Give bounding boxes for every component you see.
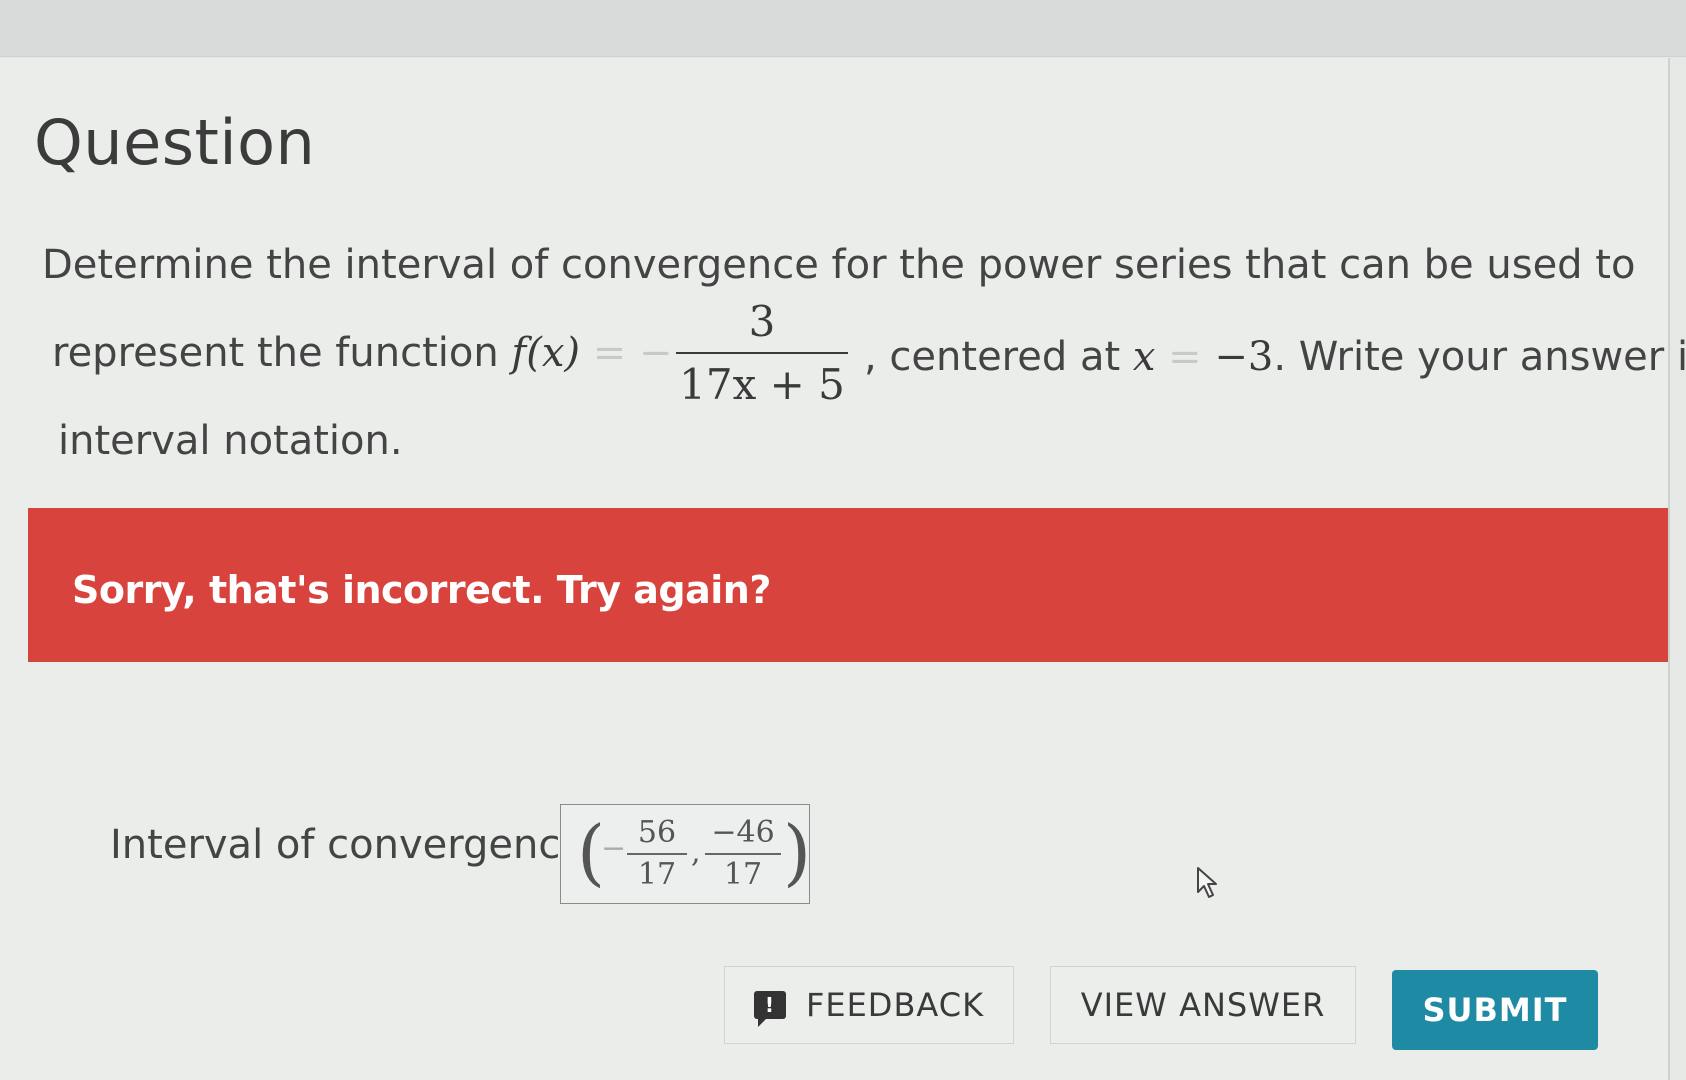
answer-label: Interval of convergence: — [110, 822, 599, 868]
upper-denominator: 17 — [723, 856, 763, 892]
lower-fraction-bar — [627, 853, 687, 855]
prompt-line-2-rest: , centered at x = −3. Write your answer … — [864, 334, 1686, 380]
equals-sign: = — [1155, 334, 1215, 380]
question-title: Question — [34, 106, 316, 179]
equals-sign: = − — [580, 330, 673, 376]
prompt-line-2: represent the function f(x) = − — [52, 330, 672, 376]
function-fraction: 3 17x + 5 — [676, 296, 848, 410]
mouse-pointer-icon — [1197, 867, 1217, 898]
answer-input[interactable]: ( − 56 17 , −46 17 ) — [560, 804, 812, 904]
center-variable: x — [1132, 334, 1156, 380]
interval-separator: , — [691, 835, 701, 870]
fraction-numerator: 3 — [748, 297, 776, 346]
function-name: f(x) — [511, 330, 580, 376]
upper-numerator: −46 — [711, 815, 775, 850]
prompt-line-3: interval notation. — [58, 418, 403, 464]
prompt-text: , centered at — [864, 334, 1133, 380]
view-answer-label: VIEW ANSWER — [1080, 986, 1326, 1024]
lower-numerator: 56 — [637, 815, 677, 850]
fraction-denominator: 17x + 5 — [679, 360, 845, 409]
view-answer-button[interactable]: VIEW ANSWER — [1050, 966, 1356, 1044]
submit-label: SUBMIT — [1422, 991, 1568, 1029]
feedback-button[interactable]: ! FEEDBACK — [724, 966, 1014, 1044]
top-strip — [0, 0, 1686, 57]
close-paren: ) — [783, 810, 812, 894]
submit-button[interactable]: SUBMIT — [1392, 970, 1598, 1050]
prompt-line-1: Determine the interval of convergence fo… — [42, 242, 1636, 288]
upper-bound-fraction: −46 17 — [705, 815, 781, 893]
lower-bound-fraction: 56 17 — [627, 815, 687, 893]
feedback-label: FEEDBACK — [805, 986, 985, 1024]
feedback-icon: ! — [753, 991, 786, 1027]
lower-sign: − — [601, 831, 627, 866]
lower-denominator: 17 — [637, 856, 677, 892]
screen: Question Determine the interval of conve… — [0, 0, 1686, 1080]
upper-fraction-bar — [705, 853, 781, 855]
prompt-text: represent the function — [52, 330, 512, 376]
prompt-text: . Write your answer in — [1273, 334, 1686, 380]
error-message: Sorry, that's incorrect. Try again? — [72, 568, 771, 612]
center-value: −3 — [1214, 334, 1274, 380]
fraction-bar — [676, 352, 848, 354]
